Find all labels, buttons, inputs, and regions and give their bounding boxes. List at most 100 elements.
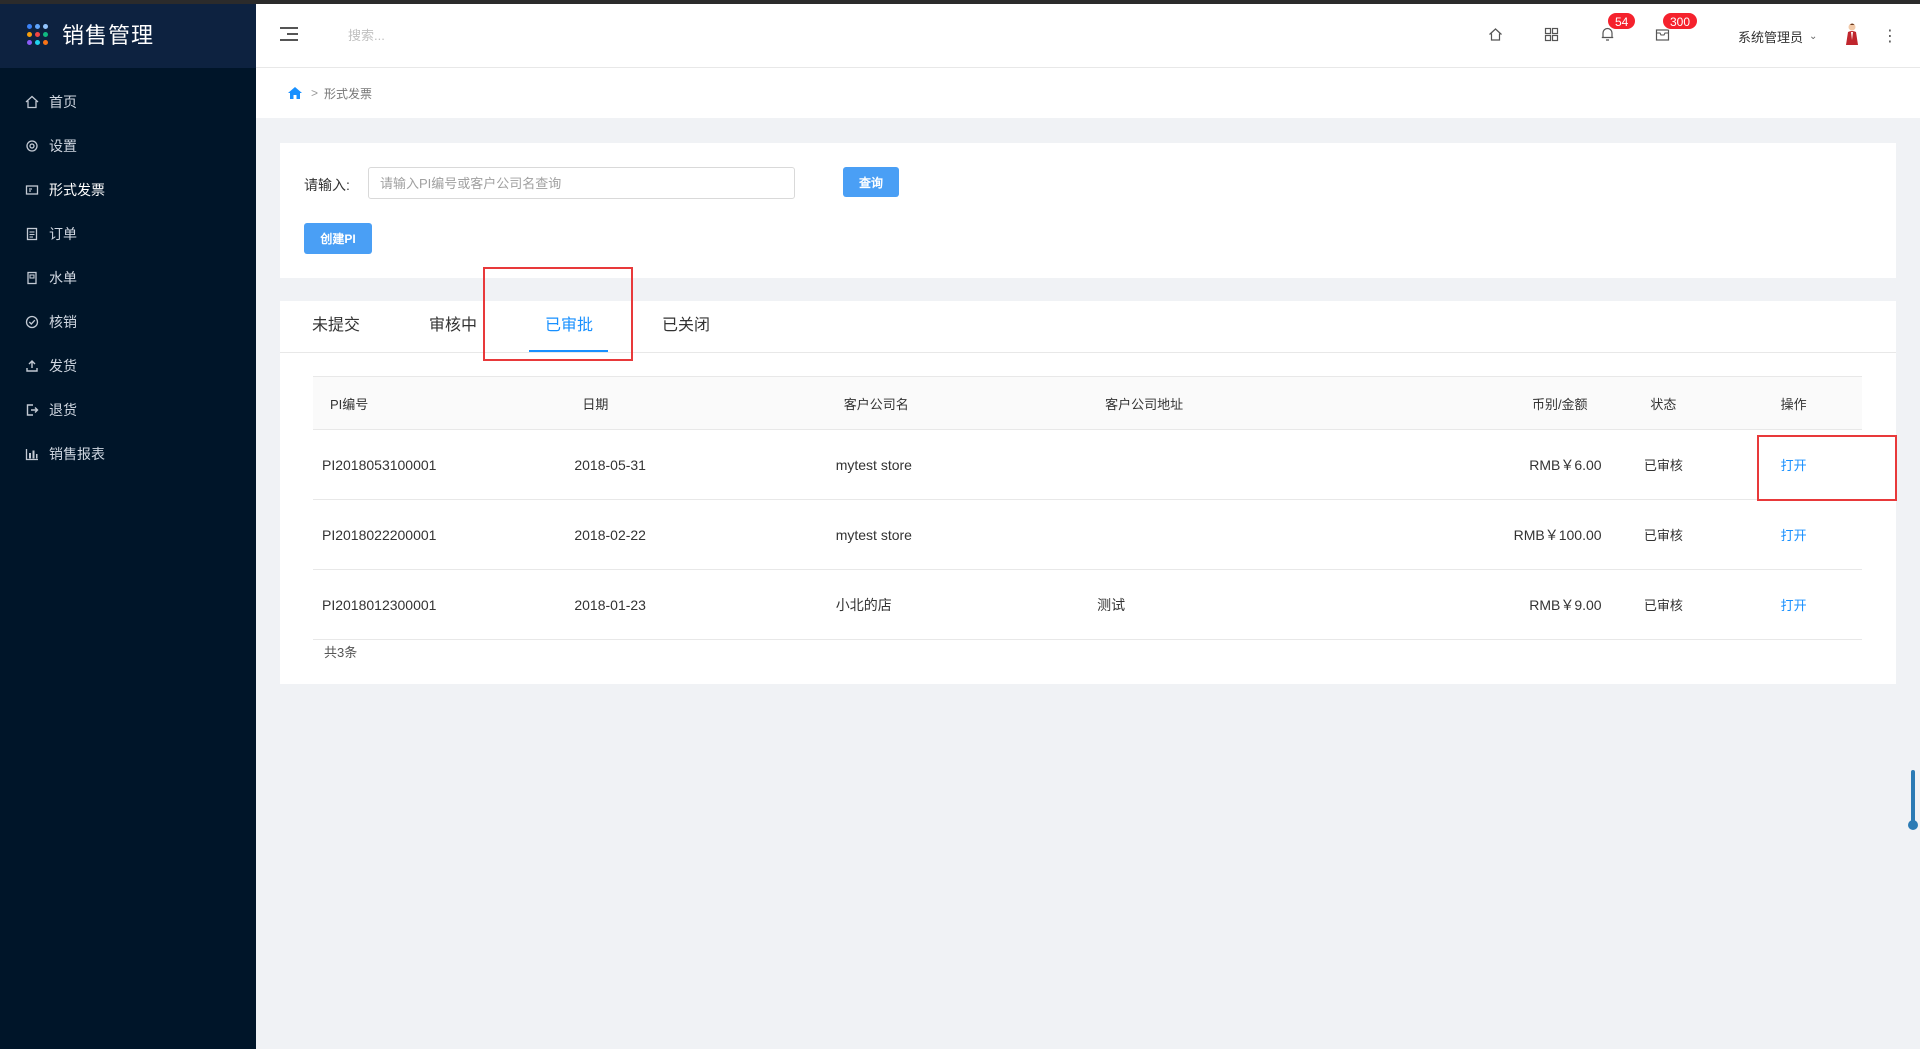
upload-icon [24, 359, 39, 374]
sidebar: 销售管理 首页 设置 形式发票 订单 水单 核销 发货 退货 销售报表 [0, 0, 256, 1049]
invoice-icon [24, 183, 39, 198]
status-tabs: 未提交 审核中 已审批 已关闭 [280, 301, 1896, 353]
brand-dot [43, 39, 48, 45]
sidebar-item-returns[interactable]: 退货 [0, 388, 256, 432]
pi-search-input[interactable] [368, 167, 795, 199]
window-top-border [0, 0, 1920, 4]
cell-action: 打开 [1725, 430, 1862, 500]
brand-dot [35, 31, 40, 37]
message-icon[interactable]: 300 [1652, 12, 1699, 44]
sidebar-item-proforma-invoice[interactable]: 形式发票 [0, 168, 256, 212]
open-link[interactable]: 打开 [1781, 528, 1807, 543]
menu-toggle-icon[interactable] [280, 26, 298, 42]
cell-amount: RMB￥9.00 [1529, 596, 1602, 613]
tab-approved[interactable]: 已审批 [545, 301, 593, 353]
home-icon [24, 95, 39, 110]
column-header-amount[interactable]: 币别/金额 [1358, 377, 1601, 430]
search-button[interactable]: 查询 [843, 167, 899, 197]
breadcrumb: > 形式发票 [256, 68, 1920, 118]
brand[interactable]: 销售管理 [0, 0, 256, 68]
cell-status: 已审核 [1643, 458, 1683, 473]
tab-in-review[interactable]: 审核中 [429, 301, 477, 353]
user-menu[interactable]: 系统管理员 ⌄ [1738, 27, 1817, 46]
column-header-date[interactable]: 日期 [574, 377, 835, 430]
order-icon [24, 227, 39, 242]
sidebar-item-label: 水单 [49, 270, 77, 286]
table-total-count: 共3条 [324, 645, 358, 660]
logout-icon [24, 403, 39, 418]
user-name: 系统管理员 [1738, 30, 1804, 45]
column-header-address[interactable]: 客户公司地址 [1097, 377, 1358, 430]
sidebar-menu: 首页 设置 形式发票 订单 水单 核销 发货 退货 销售报表 [0, 68, 256, 476]
breadcrumb-current: 形式发票 [324, 86, 373, 101]
cell-customer: 小北的店 [835, 596, 892, 613]
sidebar-item-label: 核销 [49, 314, 77, 330]
open-link[interactable]: 打开 [1781, 598, 1807, 613]
avatar[interactable] [1844, 22, 1860, 46]
brand-dot [35, 23, 40, 29]
cell-customer: mytest store [835, 526, 912, 543]
sidebar-item-label: 形式发票 [49, 182, 105, 198]
tab-closed[interactable]: 已关闭 [662, 301, 710, 353]
breadcrumb-separator: > [311, 86, 319, 100]
top-header: 54 300 系统管理员 ⌄ ⋮ [256, 4, 1920, 68]
sidebar-item-orders[interactable]: 订单 [0, 212, 256, 256]
column-header-customer[interactable]: 客户公司名 [836, 377, 1097, 430]
notification-badge: 54 [1607, 12, 1637, 30]
open-link[interactable]: 打开 [1781, 458, 1807, 473]
home-icon[interactable] [1485, 24, 1505, 44]
query-label: 请输入: [304, 177, 350, 193]
app-title: 销售管理 [62, 23, 155, 48]
sidebar-item-write-off[interactable]: 核销 [0, 300, 256, 344]
table-row[interactable]: PI2018022200001 2018-02-22 mytest store … [313, 500, 1862, 570]
bar-chart-icon [24, 447, 39, 462]
chevron-down-icon: ⌄ [1809, 31, 1818, 42]
sidebar-item-label: 退货 [49, 402, 77, 418]
cell-date: 2018-01-23 [574, 596, 646, 613]
cell-address [1097, 500, 1358, 570]
sidebar-item-label: 销售报表 [49, 446, 105, 462]
cell-customer: mytest store [835, 456, 912, 473]
cell-status: 已审核 [1643, 598, 1683, 613]
table-header-row: PI编号 日期 客户公司名 客户公司地址 币别/金额 状态 操作 [313, 376, 1862, 430]
sidebar-item-shipping[interactable]: 发货 [0, 344, 256, 388]
cell-action: 打开 [1725, 500, 1862, 570]
table-row[interactable]: PI2018053100001 2018-05-31 mytest store … [313, 430, 1862, 500]
cell-pi-number: PI2018012300001 [322, 596, 437, 613]
brand-dot [27, 39, 32, 45]
sidebar-item-label: 订单 [49, 226, 77, 242]
column-header-pi-number[interactable]: PI编号 [313, 377, 574, 430]
global-search-input[interactable] [348, 28, 548, 43]
column-header-status[interactable]: 状态 [1602, 377, 1726, 430]
cell-pi-number: PI2018053100001 [322, 456, 437, 473]
active-tab-indicator [529, 350, 608, 352]
brand-dot [43, 31, 48, 37]
sidebar-item-settings[interactable]: 设置 [0, 124, 256, 168]
cell-address: 测试 [1097, 596, 1126, 613]
cell-amount: RMB￥6.00 [1529, 456, 1602, 473]
gear-icon [24, 139, 39, 154]
scroll-indicator[interactable] [1908, 770, 1918, 830]
sidebar-item-sales-report[interactable]: 销售报表 [0, 432, 256, 476]
sidebar-item-bank-slip[interactable]: 水单 [0, 256, 256, 300]
more-vertical-icon[interactable]: ⋮ [1882, 26, 1898, 46]
bell-icon[interactable]: 54 [1597, 12, 1637, 44]
sidebar-item-label: 设置 [49, 138, 77, 154]
apps-grid-icon[interactable] [1541, 24, 1561, 44]
brand-dot [27, 31, 32, 37]
sidebar-item-home[interactable]: 首页 [0, 80, 256, 124]
table-row[interactable]: PI2018012300001 2018-01-23 小北的店 测试 RMB￥9… [313, 570, 1862, 640]
home-icon[interactable] [287, 86, 303, 100]
tab-not-submitted[interactable]: 未提交 [312, 301, 360, 353]
create-pi-button[interactable]: 创建PI [304, 223, 372, 254]
cell-address [1097, 430, 1358, 500]
query-panel: 请输入: 查询 创建PI [280, 143, 1896, 278]
column-header-action: 操作 [1780, 396, 1807, 412]
cell-status: 已审核 [1643, 528, 1683, 543]
cell-action: 打开 [1725, 570, 1862, 640]
cell-date: 2018-02-22 [574, 526, 646, 543]
brand-dot [43, 23, 48, 29]
receipt-icon [24, 271, 39, 286]
brand-dot [27, 23, 32, 29]
sidebar-item-label: 首页 [49, 94, 77, 110]
